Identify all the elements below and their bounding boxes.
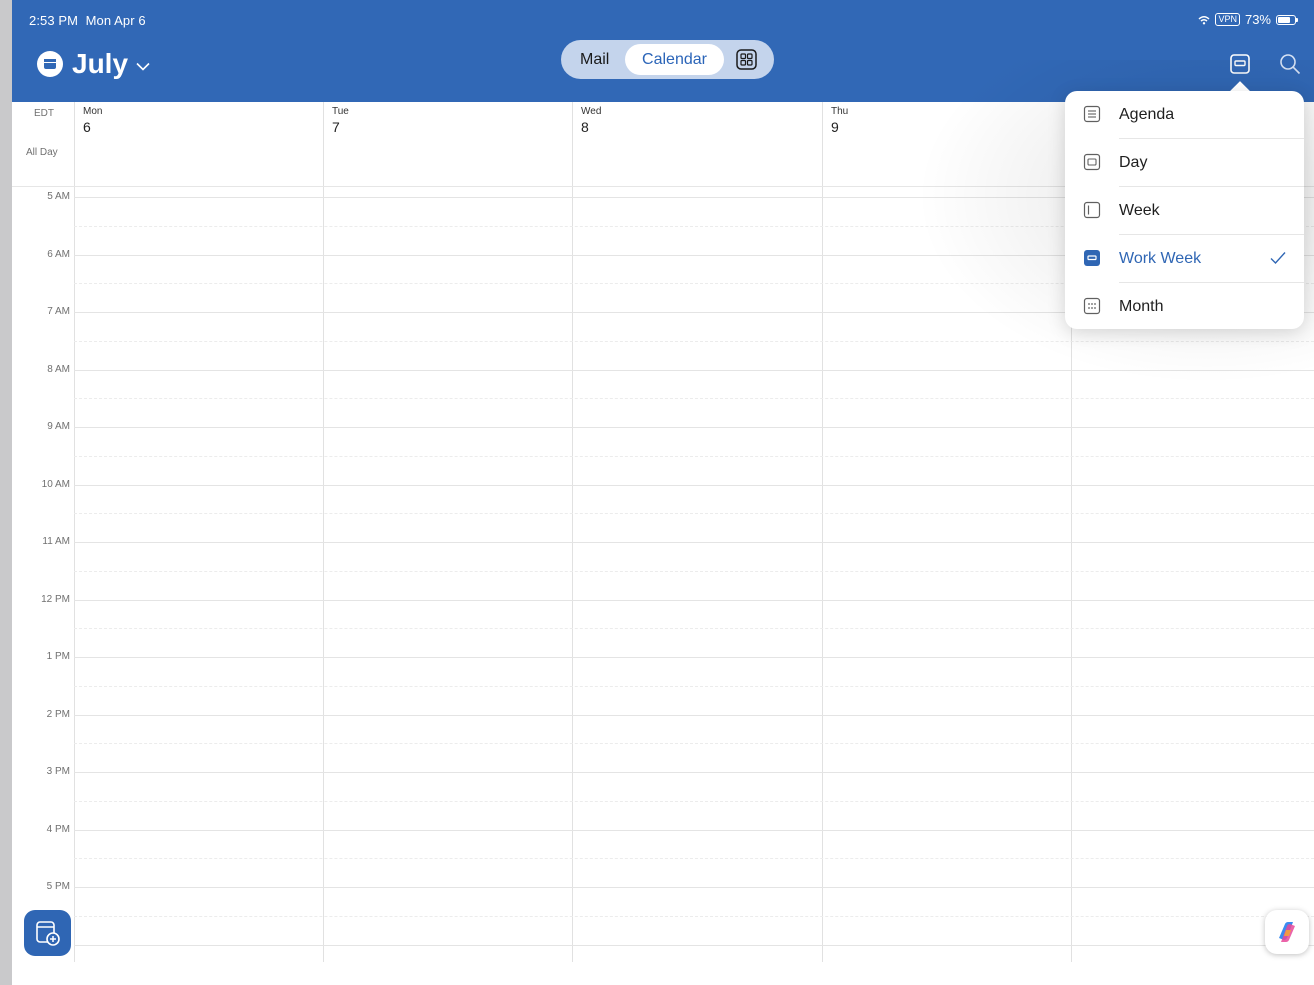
day-name: Wed — [581, 106, 602, 117]
mail-calendar-switcher: Mail Calendar — [561, 40, 774, 79]
half-hour-gridline — [74, 571, 1314, 572]
menu-item-label: Agenda — [1119, 106, 1175, 123]
day-column-wed[interactable]: Wed 8 — [572, 102, 822, 962]
chevron-down-icon — [136, 62, 150, 71]
new-event-icon — [36, 921, 60, 946]
menu-item-label: Work Week — [1119, 250, 1202, 267]
hour-label: 1 PM — [46, 651, 70, 662]
hour-gridline — [74, 657, 1314, 658]
copilot-button[interactable] — [1265, 910, 1309, 954]
hour-gridline — [74, 887, 1314, 888]
menu-item-day[interactable]: Day — [1065, 139, 1304, 187]
hour-label: 2 PM — [46, 709, 70, 720]
hour-label: 3 PM — [46, 766, 70, 777]
hour-gridline — [74, 485, 1314, 486]
mail-tab[interactable]: Mail — [571, 40, 618, 79]
day-number: 8 — [581, 119, 589, 135]
calendar-tab[interactable]: Calendar — [625, 44, 724, 75]
week-view-icon — [1083, 201, 1101, 219]
new-event-button[interactable] — [24, 910, 71, 956]
hour-gridline — [74, 772, 1314, 773]
status-time: 2:53 PM Mon Apr 6 — [29, 13, 146, 28]
hour-gridline — [74, 945, 1314, 946]
menu-item-label: Month — [1119, 298, 1164, 315]
hour-label: 12 PM — [41, 594, 70, 605]
menu-item-agenda[interactable]: Agenda — [1065, 91, 1304, 139]
apps-grid-icon[interactable] — [736, 49, 757, 70]
half-hour-gridline — [74, 801, 1314, 802]
work-week-view-icon — [1084, 250, 1100, 266]
menu-item-month[interactable]: Month — [1065, 283, 1304, 331]
hour-label: 4 PM — [46, 824, 70, 835]
half-hour-gridline — [74, 916, 1314, 917]
half-hour-gridline — [74, 398, 1314, 399]
half-hour-gridline — [74, 341, 1314, 342]
month-title: July — [72, 48, 129, 79]
hour-label: 8 AM — [47, 364, 70, 375]
hour-gridline — [74, 542, 1314, 543]
hour-label: 5 AM — [47, 191, 70, 202]
half-hour-gridline — [74, 628, 1314, 629]
month-view-icon — [1083, 297, 1101, 315]
time-gutter: EDT All Day 5 AM 6 AM 7 AM 8 AM 9 AM 10 … — [12, 102, 74, 962]
hour-label: 5 PM — [46, 881, 70, 892]
checkmark-icon — [1270, 252, 1286, 265]
agenda-view-icon — [1083, 105, 1101, 123]
hour-label: 9 AM — [47, 421, 70, 432]
search-icon[interactable] — [1278, 52, 1302, 76]
status-indicators: VPN 73% — [1198, 12, 1298, 27]
menu-item-work-week[interactable]: Work Week — [1065, 235, 1304, 283]
day-name: Thu — [831, 106, 849, 117]
wifi-icon — [1198, 15, 1210, 24]
hour-label: 11 AM — [42, 536, 70, 547]
hour-label: 10 AM — [41, 479, 70, 490]
hour-label: 7 AM — [47, 306, 70, 317]
outlook-calendar-screen: 2:53 PM Mon Apr 6 VPN 73% July Mail Cale… — [12, 0, 1314, 985]
day-column-mon[interactable]: Mon 6 — [74, 102, 324, 962]
day-name: Mon — [83, 106, 103, 117]
hour-label: 6 AM — [47, 249, 70, 260]
menu-item-label: Week — [1119, 202, 1160, 219]
hour-gridline — [74, 600, 1314, 601]
all-day-label: All Day — [26, 147, 58, 158]
app-header: 2:53 PM Mon Apr 6 VPN 73% July Mail Cale… — [12, 0, 1314, 102]
status-time-text: 2:53 PM — [29, 13, 79, 28]
half-hour-gridline — [74, 456, 1314, 457]
copilot-icon — [1279, 922, 1295, 942]
half-hour-gridline — [74, 858, 1314, 859]
work-week-view-icon[interactable] — [1229, 53, 1251, 75]
day-column-thu[interactable]: Thu 9 — [822, 102, 1072, 962]
day-number: 9 — [831, 119, 839, 135]
hour-gridline — [74, 370, 1314, 371]
hour-gridline — [74, 830, 1314, 831]
status-date-text: Mon Apr 6 — [85, 13, 146, 28]
day-number: 7 — [332, 119, 340, 135]
battery-icon — [1276, 14, 1298, 25]
view-mode-menu: Agenda Day Week Work Week Month — [1065, 91, 1304, 329]
month-picker[interactable]: July — [37, 48, 150, 80]
vpn-badge: VPN — [1215, 13, 1240, 26]
menu-item-week[interactable]: Week — [1065, 187, 1304, 235]
day-view-icon — [1083, 153, 1101, 171]
day-number: 6 — [83, 119, 91, 135]
calendar-icon — [37, 51, 63, 77]
menu-item-label: Day — [1119, 154, 1148, 171]
hour-gridline — [74, 427, 1314, 428]
timezone-label: EDT — [34, 108, 54, 119]
battery-percent: 73% — [1244, 12, 1271, 27]
day-column-tue[interactable]: Tue 7 — [323, 102, 573, 962]
half-hour-gridline — [74, 686, 1314, 687]
hour-gridline — [74, 715, 1314, 716]
half-hour-gridline — [74, 513, 1314, 514]
day-name: Tue — [332, 106, 349, 117]
half-hour-gridline — [74, 743, 1314, 744]
